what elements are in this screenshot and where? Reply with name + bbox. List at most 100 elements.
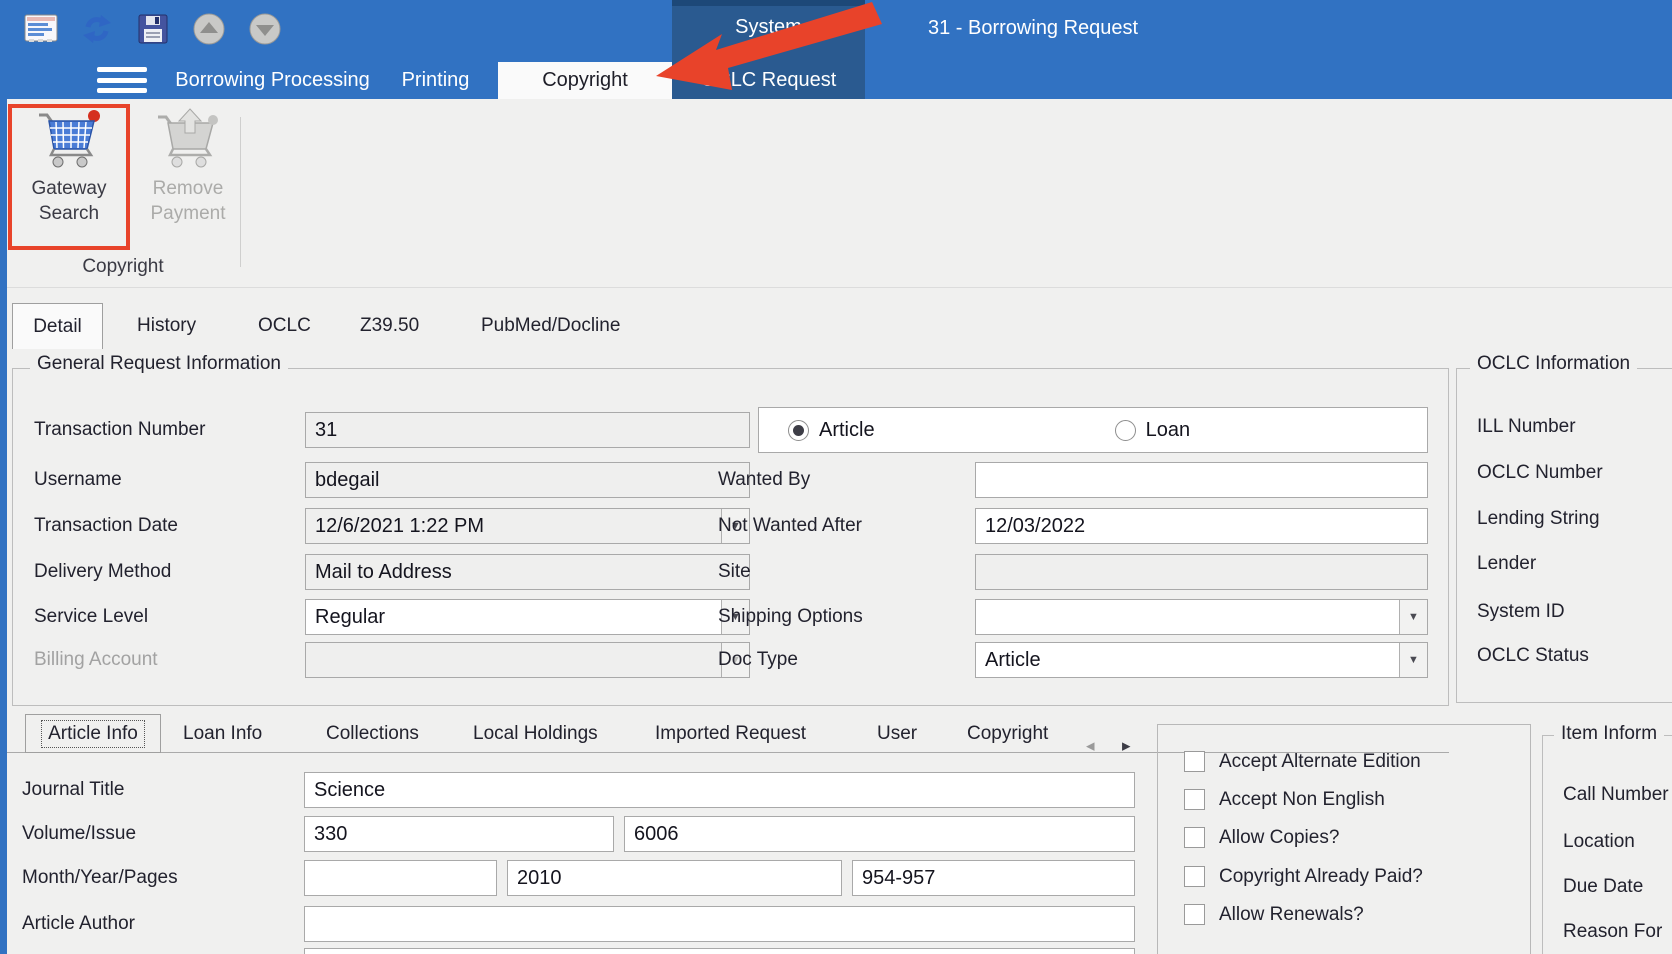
- wanted-by-field[interactable]: [975, 462, 1428, 498]
- issue-field[interactable]: 6006: [624, 816, 1135, 852]
- down-circle-icon[interactable]: [248, 12, 282, 46]
- radio-loan-label: Loan: [1146, 419, 1191, 442]
- remove-payment-label-line2: Payment: [151, 201, 226, 226]
- tab-oclc[interactable]: OCLC: [258, 303, 311, 349]
- radio-loan-icon[interactable]: [1115, 420, 1136, 441]
- form-icon[interactable]: [24, 12, 58, 46]
- subtab-user[interactable]: User: [877, 714, 917, 753]
- tab-detail[interactable]: Detail: [12, 303, 103, 349]
- save-icon[interactable]: [136, 12, 170, 46]
- shipping-options-select[interactable]: ▼: [975, 599, 1428, 635]
- remove-payment-label-line1: Remove: [151, 176, 226, 201]
- transaction-date-label: Transaction Date: [34, 515, 178, 537]
- doc-type-select[interactable]: Article ▼: [975, 642, 1428, 678]
- delivery-method-label: Delivery Method: [34, 561, 171, 583]
- subtab-imported-request[interactable]: Imported Request: [655, 714, 806, 753]
- radio-article-icon[interactable]: [788, 420, 809, 441]
- oclc-status-label: OCLC Status: [1477, 645, 1589, 667]
- up-circle-icon[interactable]: [192, 12, 226, 46]
- billing-account-label: Billing Account: [34, 649, 158, 671]
- lender-label: Lender: [1477, 553, 1536, 575]
- lending-string-label: Lending String: [1477, 508, 1600, 530]
- chevron-down-icon[interactable]: ▼: [1399, 600, 1427, 634]
- tab-copyright[interactable]: Copyright: [498, 62, 672, 99]
- delivery-method-field[interactable]: Mail to Address: [305, 554, 750, 590]
- subtab-loan-info[interactable]: Loan Info: [183, 714, 262, 753]
- tab-borrowing-processing[interactable]: Borrowing Processing: [180, 62, 365, 99]
- menu-icon[interactable]: [97, 67, 147, 93]
- journal-title-label: Journal Title: [22, 779, 124, 801]
- billing-account-select: ▼: [305, 642, 750, 678]
- tab-oclc-request[interactable]: OCLC Request: [672, 62, 865, 99]
- accept-non-english-checkbox[interactable]: [1184, 789, 1205, 810]
- radio-loan[interactable]: Loan: [1115, 419, 1191, 442]
- location-label: Location: [1563, 831, 1635, 853]
- year-field[interactable]: 2010: [507, 860, 842, 896]
- due-date-label: Due Date: [1563, 876, 1643, 898]
- remove-payment-button: Remove Payment: [133, 107, 243, 249]
- system-group-label: System: [672, 16, 865, 39]
- allow-renewals-label: Allow Renewals?: [1219, 904, 1364, 926]
- service-level-label: Service Level: [34, 606, 148, 628]
- copyright-already-paid-checkbox[interactable]: [1184, 866, 1205, 887]
- transaction-number-label: Transaction Number: [34, 419, 205, 441]
- not-wanted-after-label: Not Wanted After: [718, 515, 862, 537]
- doc-type-label: Doc Type: [718, 649, 798, 671]
- wanted-by-label: Wanted By: [718, 469, 810, 491]
- journal-title-field[interactable]: Science: [304, 772, 1135, 808]
- call-number-label: Call Number: [1563, 784, 1669, 806]
- transaction-number-field[interactable]: 31: [305, 412, 750, 448]
- volume-issue-label: Volume/Issue: [22, 823, 136, 845]
- month-field[interactable]: [304, 860, 497, 896]
- gateway-search-highlight-box: [8, 104, 130, 250]
- request-type-group: Article Loan: [758, 407, 1428, 453]
- copyright-already-paid-label: Copyright Already Paid?: [1219, 866, 1423, 888]
- tab-printing[interactable]: Printing: [398, 62, 473, 99]
- ribbon-group-label: Copyright: [58, 256, 188, 278]
- subtab-copyright[interactable]: Copyright: [967, 714, 1048, 753]
- reason-for-label: Reason For: [1563, 921, 1662, 943]
- system-group-accent: [672, 0, 865, 6]
- subtab-collections[interactable]: Collections: [326, 714, 419, 753]
- chevron-down-icon[interactable]: ▼: [1399, 643, 1427, 677]
- accept-non-english-label: Accept Non English: [1219, 789, 1385, 811]
- window-left-border: [0, 99, 7, 954]
- window-title: 31 - Borrowing Request: [928, 17, 1138, 40]
- article-author-label: Article Author: [22, 913, 135, 935]
- ribbon-group-separator: [240, 117, 241, 267]
- cart-remove-icon: [154, 107, 222, 176]
- site-field: [975, 554, 1428, 590]
- system-id-label: System ID: [1477, 601, 1565, 623]
- general-request-information-legend: General Request Information: [30, 353, 288, 375]
- item-information-legend: Item Inform: [1554, 723, 1664, 745]
- subtab-scroll-right-icon[interactable]: ▸: [1122, 736, 1131, 756]
- allow-renewals-checkbox[interactable]: [1184, 904, 1205, 925]
- site-label: Site: [718, 561, 751, 583]
- accept-alternate-edition-label: Accept Alternate Edition: [1219, 751, 1421, 773]
- pages-field[interactable]: 954-957: [852, 860, 1135, 896]
- refresh-icon[interactable]: [80, 12, 114, 46]
- tab-z3950[interactable]: Z39.50: [360, 303, 419, 349]
- title-bar: System 31 - Borrowing Request Borrowing …: [0, 0, 1672, 99]
- radio-article[interactable]: Article: [788, 419, 875, 442]
- oclc-number-label: OCLC Number: [1477, 462, 1603, 484]
- subtab-local-holdings[interactable]: Local Holdings: [473, 714, 598, 753]
- allow-copies-label: Allow Copies?: [1219, 827, 1339, 849]
- ribbon: Gateway Search Remove Payment Copyright: [0, 99, 1672, 288]
- shipping-options-label: Shipping Options: [718, 606, 863, 628]
- subtab-scroll-left-icon[interactable]: ◂: [1086, 736, 1095, 756]
- ill-number-label: ILL Number: [1477, 416, 1576, 438]
- tab-pubmed-docline[interactable]: PubMed/Docline: [481, 303, 620, 349]
- volume-field[interactable]: 330: [304, 816, 614, 852]
- article-author-field[interactable]: [304, 906, 1135, 942]
- tab-history[interactable]: History: [137, 303, 196, 349]
- subtab-article-info[interactable]: Article Info: [25, 714, 161, 753]
- allow-copies-checkbox[interactable]: [1184, 827, 1205, 848]
- transaction-date-field[interactable]: 12/6/2021 1:22 PM ▼: [305, 508, 750, 544]
- username-field[interactable]: bdegail: [305, 462, 750, 498]
- accept-alternate-edition-checkbox[interactable]: [1184, 751, 1205, 772]
- article-title-field[interactable]: [304, 948, 1135, 954]
- month-year-pages-label: Month/Year/Pages: [22, 867, 178, 889]
- not-wanted-after-field[interactable]: 12/03/2022: [975, 508, 1428, 544]
- service-level-select[interactable]: Regular ▼: [305, 599, 750, 635]
